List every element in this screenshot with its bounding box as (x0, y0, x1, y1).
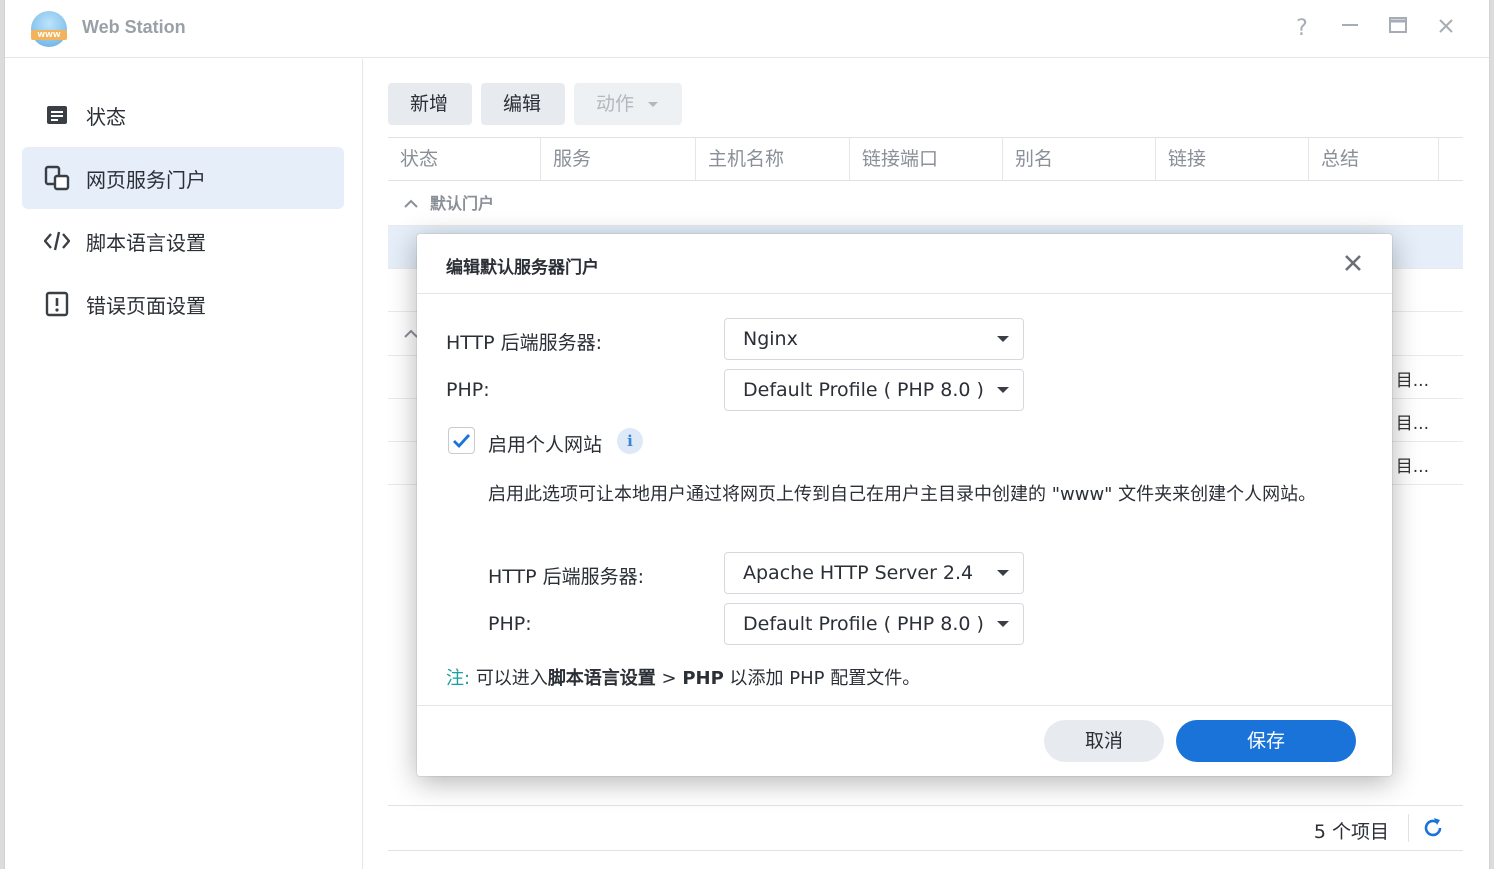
chevron-down-icon (997, 570, 1009, 576)
refresh-icon[interactable] (1421, 816, 1445, 840)
http-backend-select[interactable]: Nginx (724, 318, 1024, 360)
action-label: 动作 (596, 93, 635, 115)
web-station-logo-icon: WWW (31, 11, 67, 47)
personal-http-backend-label: HTTP 后端服务器: (488, 566, 645, 588)
row-summary: 目... (1395, 414, 1429, 434)
dialog-footer-divider (417, 705, 1392, 706)
column-header-link[interactable]: 链接 (1156, 138, 1309, 180)
code-icon (42, 226, 72, 256)
chevron-down-icon (648, 102, 659, 107)
app-title: Web Station (82, 17, 186, 37)
minimize-icon[interactable] (1335, 14, 1365, 44)
personal-http-backend-select[interactable]: Apache HTTP Server 2.4 (724, 552, 1024, 594)
add-button[interactable]: 新增 (388, 83, 472, 125)
sidebar: 状态 网页服务门户 脚本语言设置 错误页面设置 (5, 59, 363, 869)
sidebar-item-web-portal[interactable]: 网页服务门户 (22, 147, 344, 209)
note-part-2: 以添加 PHP 配置文件。 (723, 668, 921, 689)
row-summary: 目... (1395, 457, 1429, 477)
sidebar-item-label: 状态 (86, 104, 126, 129)
sidebar-item-label: 网页服务门户 (86, 167, 206, 192)
checkmark-icon (453, 434, 471, 449)
column-header-hostname[interactable]: 主机名称 (696, 138, 850, 180)
info-icon[interactable]: i (617, 428, 643, 454)
http-backend-label: HTTP 后端服务器: (446, 332, 603, 354)
dialog-header-divider (417, 293, 1392, 294)
http-backend-value: Nginx (743, 328, 798, 350)
column-header-service[interactable]: 服务 (541, 138, 696, 180)
group-label: 默认门户 (430, 194, 495, 213)
column-header-port[interactable]: 链接端口 (850, 138, 1003, 180)
title-bar: WWW Web Station ? (5, 0, 1489, 58)
close-window-icon[interactable] (1431, 14, 1461, 44)
chevron-up-icon (404, 182, 418, 226)
php-select[interactable]: Default Profile ( PHP 8.0 ) (724, 369, 1024, 411)
grid-footer: 5 个项目 (388, 805, 1463, 851)
group-row-default[interactable]: 默认门户 (388, 182, 1463, 226)
column-header-alias[interactable]: 别名 (1003, 138, 1156, 180)
php-label: PHP: (446, 379, 490, 401)
portal-icon (42, 163, 72, 193)
help-icon[interactable]: ? (1287, 14, 1317, 44)
row-summary: 目... (1395, 371, 1429, 391)
cancel-button[interactable]: 取消 (1044, 720, 1164, 762)
note-bold-script-settings: 脚本语言设置 (547, 668, 656, 689)
status-icon (42, 100, 72, 130)
maximize-icon[interactable] (1383, 14, 1413, 44)
personal-php-label: PHP: (488, 613, 532, 635)
php-value: Default Profile ( PHP 8.0 ) (743, 379, 984, 401)
column-header-status[interactable]: 状态 (388, 138, 541, 180)
grid-header: 状态 服务 主机名称 链接端口 别名 链接 总结 (388, 137, 1463, 181)
sidebar-item-label: 错误页面设置 (86, 293, 206, 318)
chevron-down-icon (997, 387, 1009, 393)
enable-personal-website-checkbox[interactable] (448, 427, 475, 454)
edit-button[interactable]: 编辑 (481, 83, 565, 125)
personal-website-description: 启用此选项可让本地用户通过将网页上传到自己在用户主目录中创建的 "www" 文件… (488, 484, 1317, 505)
note-text: 注: 可以进入脚本语言设置 > PHP 以添加 PHP 配置文件。 (446, 664, 920, 690)
sidebar-item-label: 脚本语言设置 (86, 230, 206, 255)
item-count: 5 个项目 (1313, 821, 1389, 843)
sidebar-item-error-page[interactable]: 错误页面设置 (22, 273, 344, 335)
chevron-down-icon (997, 336, 1009, 342)
chevron-up-icon (404, 312, 418, 356)
note-bold-php: PHP (682, 668, 724, 689)
save-button[interactable]: 保存 (1176, 720, 1356, 762)
action-button[interactable]: 动作 (574, 83, 682, 125)
close-icon[interactable] (1342, 252, 1364, 274)
enable-personal-website-label[interactable]: 启用个人网站 (488, 430, 602, 457)
note-prefix: 注: (446, 668, 471, 689)
note-arrow: > (655, 668, 683, 689)
edit-default-portal-dialog: 编辑默认服务器门户 HTTP 后端服务器: Nginx PHP: Default… (417, 234, 1392, 776)
column-header-summary[interactable]: 总结 (1309, 138, 1439, 180)
chevron-down-icon (997, 621, 1009, 627)
personal-php-value: Default Profile ( PHP 8.0 ) (743, 613, 984, 635)
sidebar-item-status[interactable]: 状态 (22, 84, 344, 146)
note-part-1: 可以进入 (475, 668, 548, 689)
footer-divider (1408, 814, 1409, 842)
sidebar-item-script-language[interactable]: 脚本语言设置 (22, 210, 344, 272)
dialog-title: 编辑默认服务器门户 (446, 258, 599, 278)
error-page-icon (42, 289, 72, 319)
personal-http-backend-value: Apache HTTP Server 2.4 (743, 562, 974, 584)
personal-php-select[interactable]: Default Profile ( PHP 8.0 ) (724, 603, 1024, 645)
